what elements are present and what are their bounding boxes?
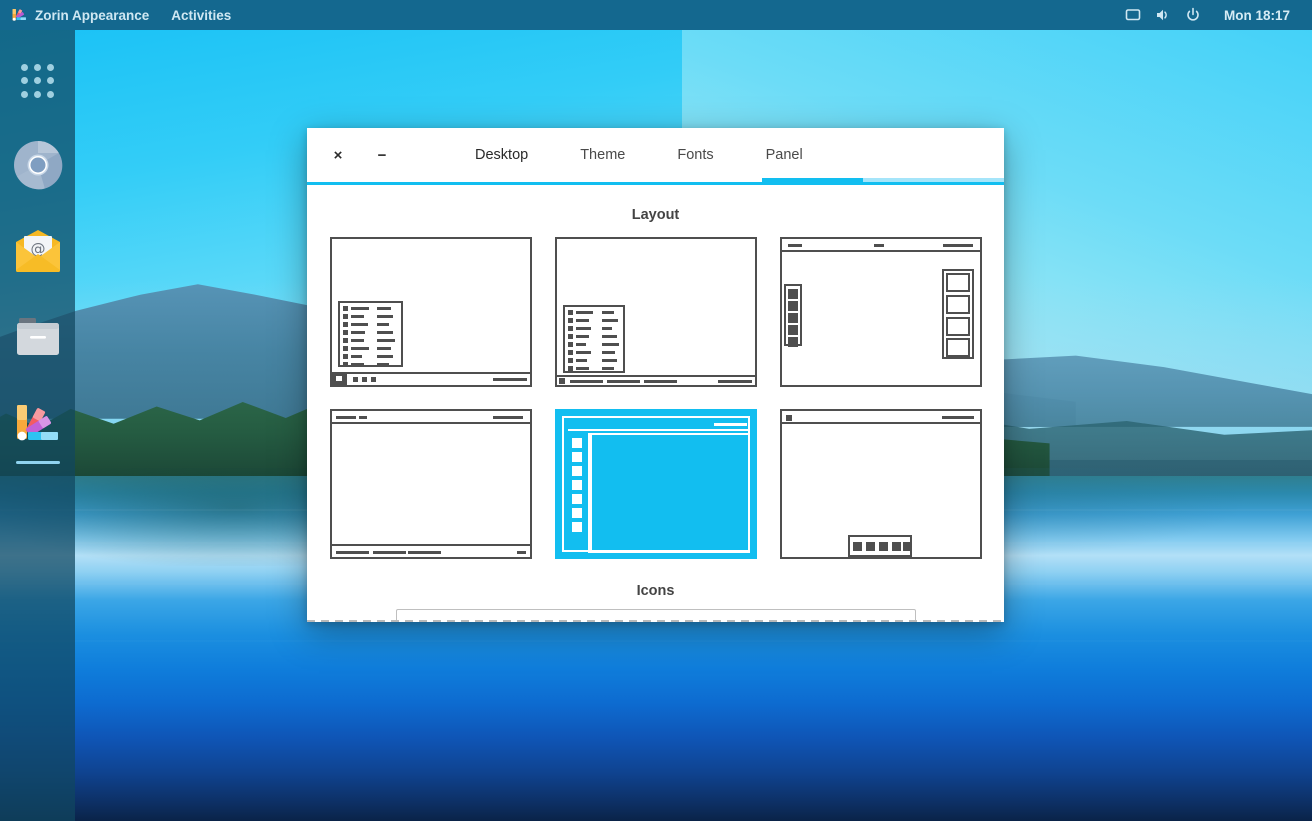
window-tab-bar: Desktop Theme Fonts Panel <box>449 128 829 182</box>
topbar-app-menu[interactable]: Zorin Appearance <box>0 0 160 30</box>
topbar-clock[interactable]: Mon 18:17 <box>1208 8 1302 23</box>
layout-option-macos-dock-bottom[interactable] <box>779 409 982 559</box>
dock-item-zorin-appearance[interactable] <box>7 398 69 464</box>
activities-label: Activities <box>171 7 232 23</box>
volume-icon[interactable] <box>1148 0 1178 30</box>
dock-item-show-applications[interactable] <box>7 50 69 112</box>
topbar-activities-button[interactable]: Activities <box>160 0 242 30</box>
window-content: Layout Icons <box>307 185 1004 622</box>
layout-option-gnome-dock-left[interactable] <box>779 237 982 387</box>
window-bottom-edge <box>307 620 1004 622</box>
tab-theme[interactable]: Theme <box>554 128 651 182</box>
window-minimize-button[interactable]: − <box>365 138 399 172</box>
dock-item-chromium[interactable] <box>7 136 69 198</box>
layout-option-windows-taskbar[interactable] <box>554 237 757 387</box>
layout-section-title: Layout <box>631 207 680 223</box>
layout-option-topbar-taskbar[interactable] <box>329 409 532 559</box>
zorin-appearance-icon <box>13 402 63 457</box>
dock-running-indicator <box>15 461 60 464</box>
show-applications-icon <box>20 64 55 98</box>
file-manager-icon <box>13 315 63 364</box>
tab-desktop[interactable]: Desktop <box>449 128 554 182</box>
icons-section-title: Icons <box>636 583 675 599</box>
window-close-button[interactable]: × <box>321 138 355 172</box>
topbar-status-area[interactable]: Mon 18:17 <box>1118 0 1312 30</box>
chromium-browser-icon <box>13 140 63 195</box>
mail-client-icon: @ <box>12 228 64 279</box>
layout-option-windows-classic[interactable] <box>329 237 532 387</box>
dock-item-files[interactable] <box>7 308 69 370</box>
top-panel: Zorin Appearance Activities Mon 18:17 <box>0 0 1312 30</box>
zorin-appearance-icon <box>11 7 28 24</box>
left-dock: @ <box>0 30 75 821</box>
display-icon[interactable] <box>1118 0 1148 30</box>
zorin-appearance-window: × − Desktop Theme Fonts Panel Layout Ico… <box>307 128 1004 622</box>
window-titlebar: × − Desktop Theme Fonts Panel <box>307 128 1004 182</box>
dock-item-mail[interactable]: @ <box>7 222 69 284</box>
layout-option-zorin-touch[interactable] <box>554 409 757 559</box>
power-icon[interactable] <box>1178 0 1208 30</box>
wallpaper-ripple <box>0 640 1312 642</box>
layout-option-grid <box>307 237 1004 559</box>
tab-active-indicator <box>762 178 863 182</box>
tab-panel[interactable]: Panel <box>740 128 829 182</box>
tab-fonts[interactable]: Fonts <box>651 128 739 182</box>
topbar-app-name: Zorin Appearance <box>35 7 150 23</box>
